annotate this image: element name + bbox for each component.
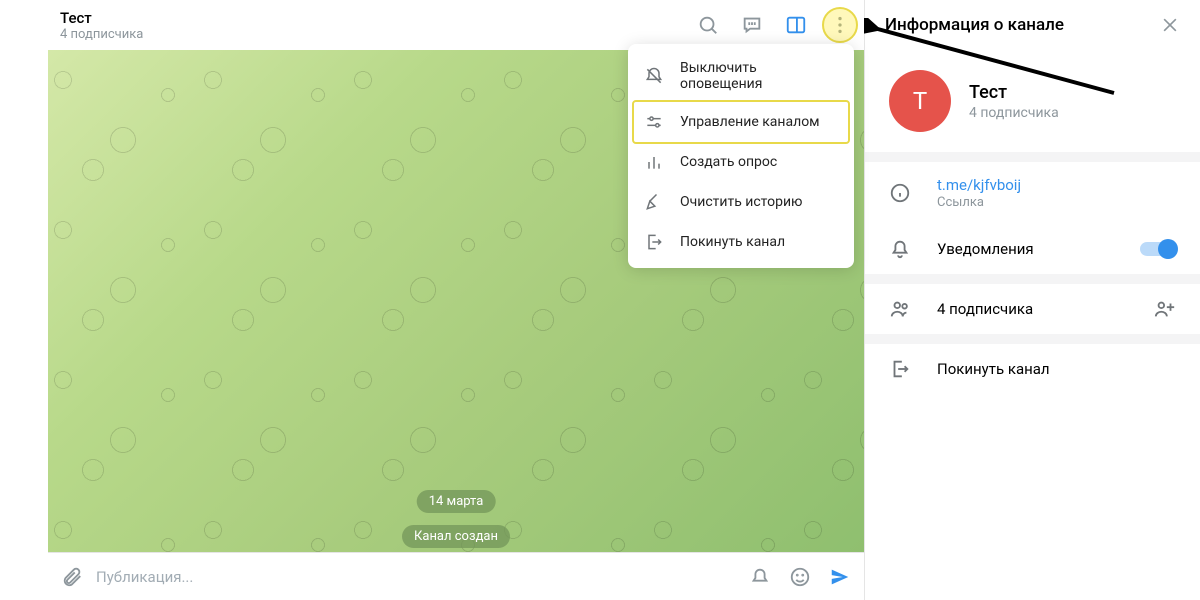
message-input[interactable]: Публикация... [96, 568, 736, 586]
search-icon[interactable] [696, 13, 720, 37]
panel-header: Информация о канале [865, 0, 1200, 50]
poll-icon [644, 152, 664, 172]
settings-sliders-icon [644, 112, 664, 132]
menu-item-label: Выключить оповещения [680, 60, 838, 92]
leave-icon [889, 358, 911, 380]
leave-label: Покинуть канал [937, 360, 1176, 378]
input-right-icons [748, 565, 852, 589]
system-message: Канал создан [402, 525, 510, 548]
profile-row: Т Тест 4 подписчика [865, 50, 1200, 152]
notifications-label: Уведомления [937, 240, 1114, 258]
split-panel-icon[interactable] [784, 13, 808, 37]
attach-icon[interactable] [60, 565, 84, 589]
add-user-icon[interactable] [1154, 298, 1176, 320]
menu-item-clear-history[interactable]: Очистить историю [628, 182, 854, 222]
menu-item-label: Покинуть канал [680, 234, 785, 250]
message-input-bar: Публикация... [48, 552, 864, 600]
info-row-leave[interactable]: Покинуть канал [865, 344, 1200, 394]
date-badge: 14 марта [417, 490, 496, 513]
chat-title: Тест [60, 9, 696, 27]
info-row-link[interactable]: t.me/kjfvboij Ссылка [865, 162, 1200, 224]
people-icon [889, 298, 911, 320]
dropdown-menu: Выключить оповещения Управление каналом … [628, 44, 854, 268]
profile-subtitle: 4 подписчика [969, 105, 1059, 121]
subscribers-label: 4 подписчика [937, 300, 1128, 318]
panel-title: Информация о канале [885, 15, 1064, 35]
menu-item-label: Создать опрос [680, 154, 777, 170]
emoji-icon[interactable] [788, 565, 812, 589]
leave-icon [644, 232, 664, 252]
menu-item-label: Управление каналом [680, 114, 820, 130]
broom-icon [644, 192, 664, 212]
profile-name: Тест [969, 82, 1059, 103]
menu-item-leave-channel[interactable]: Покинуть канал [628, 222, 854, 262]
mute-icon [644, 66, 664, 86]
link-label: Ссылка [937, 195, 1176, 210]
divider [865, 152, 1200, 162]
chat-title-block[interactable]: Тест 4 подписчика [60, 9, 696, 42]
info-row-subscribers[interactable]: 4 подписчика [865, 284, 1200, 334]
chat-main-area: Тест 4 подписчика Выключить оповещения [48, 0, 864, 600]
bell-icon [889, 238, 911, 260]
channel-info-panel: Информация о канале Т Тест 4 подписчика … [864, 0, 1200, 600]
silent-icon[interactable] [748, 565, 772, 589]
menu-item-mute[interactable]: Выключить оповещения [628, 50, 854, 102]
divider [865, 334, 1200, 344]
comments-icon[interactable] [740, 13, 764, 37]
close-icon[interactable] [1160, 15, 1180, 35]
divider [865, 274, 1200, 284]
chat-header: Тест 4 подписчика Выключить оповещения [48, 0, 864, 50]
menu-item-manage-channel[interactable]: Управление каналом [628, 102, 854, 142]
channel-link: t.me/kjfvboij [937, 176, 1176, 194]
info-row-notifications[interactable]: Уведомления [865, 224, 1200, 274]
avatar[interactable]: Т [889, 70, 951, 132]
chat-subtitle: 4 подписчика [60, 27, 696, 42]
menu-item-label: Очистить историю [680, 194, 803, 210]
notifications-toggle[interactable] [1140, 242, 1176, 256]
info-icon [889, 182, 911, 204]
more-button-highlight [822, 7, 858, 43]
menu-item-create-poll[interactable]: Создать опрос [628, 142, 854, 182]
send-icon[interactable] [828, 565, 852, 589]
